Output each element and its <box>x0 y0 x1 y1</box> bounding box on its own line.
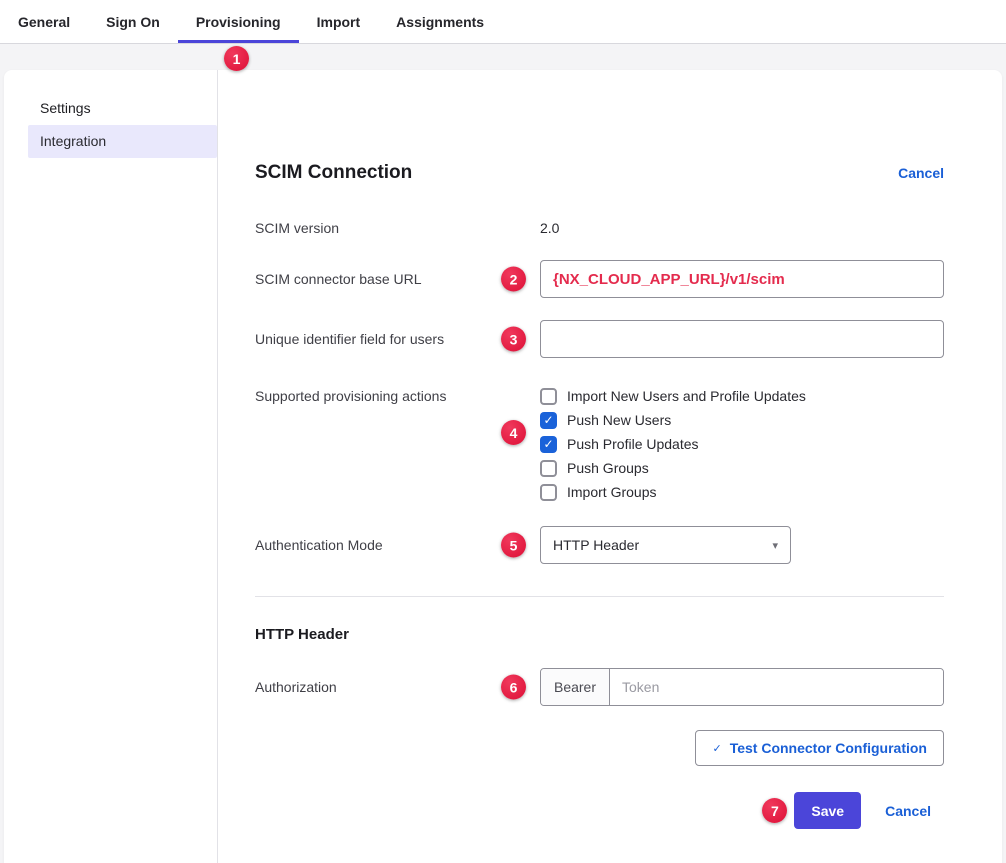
auth-mode-select[interactable]: HTTP Header ▾ <box>540 526 791 564</box>
provisioning-action-label: Import New Users and Profile Updates <box>567 388 806 404</box>
check-icon: ✓ <box>712 742 721 755</box>
annotation-badge-1: 1 <box>224 46 249 71</box>
annotation-badge-5: 5 <box>501 533 526 558</box>
annotation-badge-7: 7 <box>762 798 787 823</box>
auth-mode-selected-value: HTTP Header <box>553 537 639 553</box>
authorization-input-group: Bearer <box>540 668 944 706</box>
provisioning-action-label: Push New Users <box>567 412 671 428</box>
scim-version-value: 2.0 <box>540 220 559 236</box>
provisioning-actions-row: Supported provisioning actions 4 Import … <box>255 384 944 504</box>
test-connector-row: ✓ Test Connector Configuration <box>255 730 944 766</box>
annotation-badge-4: 4 <box>501 420 526 445</box>
provisioning-action-row[interactable]: ✓ Push New Users <box>540 408 806 432</box>
checkbox-unchecked-icon[interactable] <box>540 460 557 477</box>
provisioning-action-row[interactable]: Import Groups <box>540 480 806 504</box>
auth-mode-label: Authentication Mode <box>255 537 540 553</box>
provisioning-card: Settings Integration SCIM Connection Can… <box>4 70 1002 863</box>
app-tabbar: GeneralSign OnProvisioningImportAssignme… <box>0 0 1006 44</box>
tabbar-tabs: GeneralSign OnProvisioningImportAssignme… <box>0 0 502 43</box>
auth-mode-row: Authentication Mode 5 HTTP Header ▾ <box>255 526 944 564</box>
annotation-badge-6: 6 <box>501 675 526 700</box>
provisioning-actions-list: Import New Users and Profile Updates ✓ Pus… <box>540 384 806 504</box>
provisioning-action-label: Push Groups <box>567 460 649 476</box>
checkbox-checked-icon[interactable]: ✓ <box>540 412 557 429</box>
sidebar: Settings Integration <box>4 70 218 863</box>
annotation-badge-2: 2 <box>501 267 526 292</box>
sidebar-title: Settings <box>40 98 217 118</box>
provisioning-action-row[interactable]: Import New Users and Profile Updates <box>540 384 806 408</box>
scim-connection-section: SCIM Connection Cancel SCIM version 2.0 … <box>218 70 1002 863</box>
checkbox-unchecked-icon[interactable] <box>540 484 557 501</box>
scim-version-label: SCIM version <box>255 220 540 236</box>
unique-id-label: Unique identifier field for users <box>255 331 540 347</box>
base-url-input[interactable] <box>540 260 944 298</box>
section-divider <box>255 596 944 597</box>
checkbox-checked-icon[interactable]: ✓ <box>540 436 557 453</box>
provisioning-action-label: Push Profile Updates <box>567 436 699 452</box>
annotation-badge-3: 3 <box>501 327 526 352</box>
http-header-title: HTTP Header <box>255 626 944 643</box>
tab-provisioning[interactable]: Provisioning <box>178 0 299 43</box>
base-url-label: SCIM connector base URL <box>255 271 540 287</box>
tab-sign-on[interactable]: Sign On <box>88 0 178 43</box>
base-url-row: SCIM connector base URL 2 <box>255 260 944 298</box>
authorization-row: Authorization 6 Bearer <box>255 668 944 706</box>
provisioning-action-row[interactable]: ✓ Push Profile Updates <box>540 432 806 456</box>
checkbox-unchecked-icon[interactable] <box>540 388 557 405</box>
unique-id-input[interactable] <box>540 320 944 358</box>
test-connector-button[interactable]: ✓ Test Connector Configuration <box>695 730 944 766</box>
bearer-prefix: Bearer <box>541 669 610 705</box>
tab-general[interactable]: General <box>0 0 88 43</box>
provisioning-actions-label: Supported provisioning actions <box>255 384 540 404</box>
test-connector-label: Test Connector Configuration <box>730 740 927 756</box>
tab-assignments[interactable]: Assignments <box>378 0 502 43</box>
cancel-link-bottom[interactable]: Cancel <box>885 803 931 819</box>
sidebar-item-integration[interactable]: Integration <box>28 125 217 158</box>
save-button[interactable]: Save <box>794 792 861 829</box>
authorization-label: Authorization <box>255 679 540 695</box>
provisioning-action-row[interactable]: Push Groups <box>540 456 806 480</box>
section-header: SCIM Connection Cancel <box>255 162 944 184</box>
cancel-link-top[interactable]: Cancel <box>898 165 944 181</box>
tab-import[interactable]: Import <box>299 0 379 43</box>
unique-id-row: Unique identifier field for users 3 <box>255 320 944 358</box>
token-input[interactable] <box>610 669 943 705</box>
page-title: SCIM Connection <box>255 162 412 184</box>
save-row: 7 Save Cancel <box>255 792 944 829</box>
scim-version-row: SCIM version 2.0 <box>255 220 944 236</box>
provisioning-action-label: Import Groups <box>567 484 656 500</box>
chevron-down-icon: ▾ <box>772 539 778 552</box>
